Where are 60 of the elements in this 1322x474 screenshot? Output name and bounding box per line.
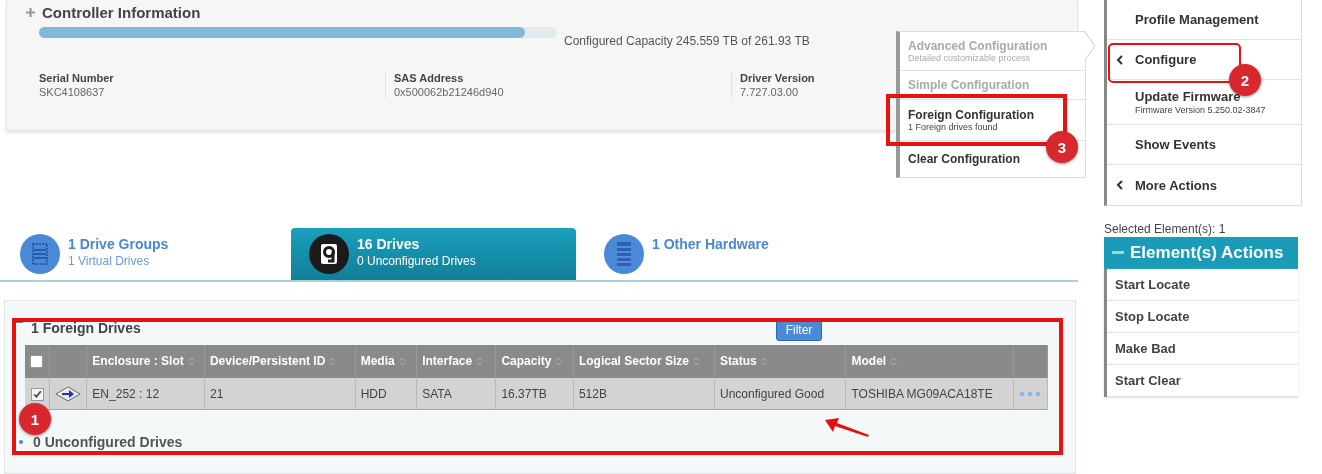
sort-icon[interactable] bbox=[692, 355, 700, 367]
menu-item[interactable]: More Actions bbox=[1107, 165, 1301, 205]
column-header[interactable]: Model bbox=[845, 344, 1014, 378]
field-value: 0x500062b21246d940 bbox=[394, 86, 505, 98]
sort-icon[interactable] bbox=[760, 355, 768, 367]
field-label: Driver Version bbox=[740, 72, 816, 84]
chevron-left-icon bbox=[1117, 54, 1123, 65]
collapse-icon[interactable] bbox=[1112, 251, 1124, 255]
menu-item[interactable]: Start Locate bbox=[1107, 269, 1298, 301]
field-value: SKC4108637 bbox=[39, 86, 106, 98]
sort-icon[interactable] bbox=[890, 355, 898, 367]
menu-item[interactable]: Clear Configuration bbox=[908, 152, 1020, 166]
column-header[interactable]: Capacity bbox=[495, 344, 574, 378]
column-header[interactable]: Media bbox=[355, 344, 417, 378]
table-cell: SATA bbox=[416, 377, 496, 410]
menu-item[interactable]: Show Events bbox=[1107, 125, 1301, 165]
selection-count: Selected Element(s): 1 bbox=[1104, 222, 1227, 236]
rack-icon bbox=[604, 233, 644, 274]
menu-item[interactable]: Profile Management bbox=[1107, 0, 1301, 40]
arrow-icon bbox=[824, 416, 870, 438]
expand-icon[interactable] bbox=[19, 440, 23, 445]
table-cell: 512B bbox=[573, 377, 715, 410]
menu-item[interactable]: Foreign Configuration 1 Foreign drives found bbox=[908, 108, 1034, 132]
tab[interactable]: 16 Drives 0 Unconfigured Drives bbox=[291, 227, 576, 280]
field-label: Serial Number bbox=[39, 72, 115, 84]
section-title: 0 Unconfigured Drives bbox=[33, 434, 183, 451]
column-header[interactable]: Status bbox=[714, 344, 846, 378]
card-title: Controller Information bbox=[42, 4, 201, 21]
sort-icon[interactable] bbox=[187, 355, 195, 367]
column-header[interactable]: Interface bbox=[416, 344, 496, 378]
drive-arrow-icon bbox=[55, 385, 82, 402]
table-cell: TOSHIBA MG09ACA18TE bbox=[845, 377, 1014, 410]
table-cell: 21 bbox=[204, 377, 356, 410]
table-cell: HDD bbox=[355, 377, 417, 410]
table-cell: EN_252 : 12 bbox=[86, 377, 205, 410]
column-header[interactable]: Enclosure : Slot bbox=[86, 344, 205, 378]
menu-item[interactable]: Stop Locate bbox=[1107, 301, 1298, 333]
checkbox[interactable] bbox=[30, 355, 43, 369]
menu-item[interactable]: Start Clear bbox=[1107, 365, 1298, 397]
tab[interactable]: 1 Other Hardware bbox=[604, 227, 779, 280]
sort-icon[interactable] bbox=[329, 355, 337, 367]
sort-icon[interactable] bbox=[555, 355, 563, 367]
menu-item[interactable]: Make Bad bbox=[1107, 333, 1298, 365]
chevron-left-icon bbox=[1117, 180, 1123, 190]
hard-drive-icon bbox=[309, 233, 349, 274]
expand-icon[interactable] bbox=[25, 7, 36, 18]
field-label: SAS Address bbox=[394, 72, 465, 84]
checkbox[interactable] bbox=[30, 387, 44, 401]
server-icon bbox=[20, 233, 60, 274]
table-cell: 16.37TB bbox=[495, 377, 574, 410]
section-title: 1 Foreign Drives bbox=[31, 319, 141, 336]
tab[interactable]: 1 Drive Groups 1 Virtual Drives bbox=[20, 227, 291, 280]
panel-title: Element(s) Actions bbox=[1130, 243, 1284, 263]
column-header[interactable]: Device/Persistent ID bbox=[204, 344, 356, 378]
column-header[interactable]: Logical Sector Size bbox=[573, 344, 715, 378]
capacity-text: Configured Capacity 245.559 TB of 261.93 TB bbox=[564, 34, 810, 48]
sort-icon[interactable] bbox=[476, 355, 484, 367]
sort-icon[interactable] bbox=[398, 355, 406, 367]
table-cell: Unconfigured Good bbox=[714, 377, 846, 410]
more-icon[interactable] bbox=[1019, 390, 1041, 397]
